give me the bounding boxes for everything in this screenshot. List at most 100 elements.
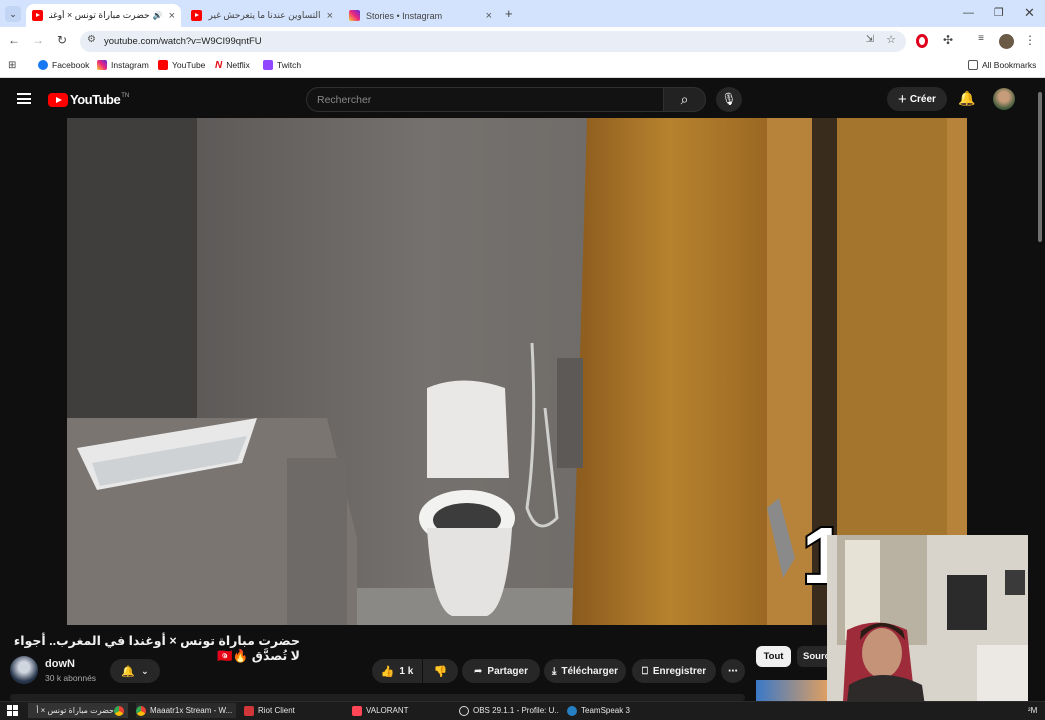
- new-tab-button[interactable]: +: [505, 6, 513, 21]
- chip-all[interactable]: Tout: [756, 646, 791, 667]
- bookmark-instagram[interactable]: Instagram: [97, 60, 149, 70]
- taskbar-label: TeamSpeak 3: [581, 706, 630, 715]
- tab-close-icon[interactable]: ×: [327, 10, 333, 22]
- search-input[interactable]: Rechercher: [306, 87, 664, 112]
- notifications-bell-icon[interactable]: 🔔: [958, 90, 975, 107]
- youtube-icon: [158, 60, 168, 70]
- restore-window-icon[interactable]: ❐: [994, 6, 1004, 19]
- create-button[interactable]: + Créer: [887, 87, 947, 111]
- tab-close-icon[interactable]: ×: [486, 10, 492, 22]
- close-window-icon[interactable]: ✕: [1024, 5, 1035, 21]
- youtube-logo[interactable]: YouTube TN: [48, 92, 129, 107]
- riot-icon: [244, 705, 254, 716]
- tab-close-icon[interactable]: ×: [169, 10, 175, 22]
- address-bar[interactable]: ⚙ youtube.com/watch?v=W9CI99qntFU ⇲ ☆: [80, 31, 906, 52]
- bookmark-facebook[interactable]: Facebook: [38, 60, 89, 70]
- extensions-puzzle-icon[interactable]: ✣: [940, 33, 956, 47]
- instagram-icon: [97, 60, 107, 70]
- search-button[interactable]: ⌕: [663, 87, 706, 112]
- forward-arrow-icon[interactable]: →: [30, 33, 46, 47]
- install-app-icon[interactable]: ⇲: [866, 34, 874, 45]
- bookmark-netflix[interactable]: N Netflix: [215, 60, 250, 71]
- tab-title: Stories • Instagram: [366, 10, 443, 21]
- bookmark-label: Instagram: [111, 60, 149, 70]
- channel-name[interactable]: dowN: [45, 658, 75, 670]
- taskbar-item-chrome-stream[interactable]: Maaatr1x Stream - W...: [136, 703, 236, 718]
- taskbar-item-obs[interactable]: OBS 29.1.1 - Profile: U...: [459, 703, 559, 718]
- opera-extension-icon[interactable]: [916, 34, 928, 48]
- taskbar-item-teamspeak[interactable]: TeamSpeak 3: [567, 703, 667, 718]
- netflix-icon: N: [215, 60, 223, 71]
- subscription-bell-button[interactable]: 🔔 ⌄: [110, 659, 160, 683]
- bookmarks-bar: [0, 56, 1045, 78]
- twitch-icon: [263, 60, 273, 70]
- channel-avatar[interactable]: [10, 656, 38, 684]
- instagram-favicon: [349, 10, 360, 21]
- account-avatar[interactable]: [993, 88, 1015, 110]
- taskbar-item-chrome-video[interactable]: حضرت مباراة تونس × أ: [28, 703, 128, 718]
- chrome-icon: [114, 705, 124, 716]
- folder-icon: [968, 60, 978, 70]
- share-button[interactable]: ➦ Partager: [462, 659, 540, 683]
- tab-video-main[interactable]: حضرت مباراة تونس × أوغندا ا 🔊 ×: [26, 4, 181, 27]
- chevron-down-icon: ⌄: [141, 665, 149, 676]
- download-label: Télécharger: [561, 665, 619, 677]
- dislike-button[interactable]: 👎: [423, 659, 458, 683]
- bell-icon: 🔔: [121, 665, 136, 678]
- all-bookmarks[interactable]: All Bookmarks: [968, 60, 1036, 70]
- teamspeak-icon: [567, 705, 577, 716]
- taskbar-item-riot[interactable]: Riot Client: [244, 703, 344, 718]
- webcam-overlay: [827, 535, 1028, 720]
- taskbar-clock: ²M: [1028, 706, 1038, 715]
- download-icon: ⤓: [551, 665, 557, 677]
- bookmark-label: YouTube: [172, 60, 206, 70]
- voice-search-button[interactable]: 🎙: [716, 87, 742, 112]
- recommended-thumbnail[interactable]: [756, 680, 828, 701]
- youtube-play-icon: [48, 92, 68, 107]
- media-control-icon[interactable]: ≡: [973, 33, 989, 44]
- bookmark-icon: ⎕: [641, 665, 648, 677]
- bookmark-youtube[interactable]: YouTube: [158, 60, 205, 70]
- youtube-favicon: [191, 10, 202, 21]
- back-arrow-icon[interactable]: ←: [6, 33, 22, 47]
- chip-source[interactable]: Sourc: [797, 646, 827, 667]
- like-count: 1 k: [399, 665, 414, 677]
- thumbs-up-icon: 👍: [380, 665, 395, 678]
- minimize-window-icon[interactable]: —: [963, 7, 974, 19]
- bookmark-label: Facebook: [52, 60, 90, 70]
- browser-menu-icon[interactable]: ⋮: [1022, 33, 1038, 47]
- reload-icon[interactable]: ↻: [54, 33, 70, 47]
- logo-country-code: TN: [121, 92, 130, 99]
- tab-search-icon[interactable]: ⌄: [5, 6, 21, 22]
- hamburger-menu-icon[interactable]: [17, 93, 31, 104]
- tab-title: التساوين عندنا ما يتعرحش غير ك: [208, 10, 321, 20]
- facebook-icon: [38, 60, 48, 70]
- tab-video-second[interactable]: التساوين عندنا ما يتعرحش غير ك ×: [185, 4, 339, 27]
- url-text: youtube.com/watch?v=W9CI99qntFU: [104, 36, 262, 47]
- save-button[interactable]: ⎕ Enregistrer: [632, 659, 716, 683]
- download-button[interactable]: ⤓ Télécharger: [544, 659, 626, 683]
- taskbar-label: Riot Client: [258, 706, 295, 715]
- profile-avatar[interactable]: [999, 34, 1014, 49]
- search-icon: ⌕: [680, 91, 689, 107]
- page-scrollbar[interactable]: [1035, 80, 1045, 701]
- taskbar-label: Maaatr1x Stream - W...: [150, 706, 233, 715]
- taskbar-item-valorant[interactable]: VALORANT: [352, 703, 452, 718]
- more-actions-button[interactable]: ⋯: [721, 659, 745, 683]
- tab-title: حضرت مباراة تونس × أوغندا ا: [49, 10, 150, 20]
- tab-instagram[interactable]: Stories • Instagram ×: [343, 4, 498, 27]
- youtube-favicon: [32, 10, 43, 21]
- obs-icon: [459, 705, 469, 716]
- apps-grid-icon[interactable]: ⊞: [8, 60, 16, 71]
- like-button[interactable]: 👍 1 k: [372, 659, 422, 683]
- bookmark-star-icon[interactable]: ☆: [886, 33, 896, 46]
- audio-playing-icon[interactable]: 🔊: [153, 11, 163, 20]
- taskbar-label: VALORANT: [366, 706, 409, 715]
- logo-text: YouTube: [70, 92, 121, 107]
- site-info-icon[interactable]: ⚙: [87, 34, 96, 45]
- save-label: Enregistrer: [652, 665, 707, 677]
- windows-start-icon[interactable]: [7, 705, 18, 716]
- bookmark-twitch[interactable]: Twitch: [263, 60, 301, 70]
- create-label: Créer: [909, 93, 936, 105]
- scrollbar-thumb[interactable]: [1038, 92, 1042, 242]
